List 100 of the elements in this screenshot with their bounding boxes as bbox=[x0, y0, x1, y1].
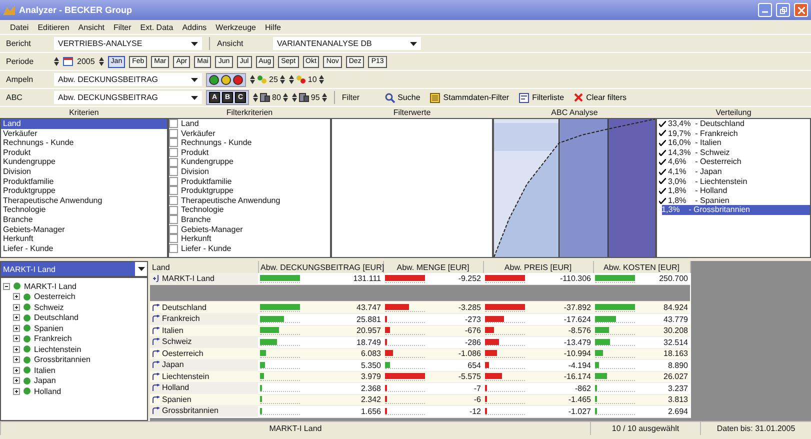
list-item[interactable]: 1,8% - Spanien bbox=[668, 196, 790, 206]
checkbox[interactable] bbox=[169, 148, 178, 158]
checkmark-icon[interactable] bbox=[659, 168, 666, 175]
spinner-arrows-icon[interactable] bbox=[318, 75, 324, 84]
column-header[interactable]: Abw. DECKUNGSBEITRAG [EUR] bbox=[258, 261, 383, 273]
clear-filters-button[interactable]: Clear filters bbox=[571, 93, 630, 102]
checkbox[interactable] bbox=[169, 215, 178, 224]
menu-item[interactable]: Werkzeuge bbox=[216, 22, 256, 32]
tree-item[interactable]: Spanien bbox=[34, 324, 64, 333]
expander-icon[interactable] bbox=[13, 356, 20, 364]
spinner-arrows-icon[interactable] bbox=[98, 57, 104, 66]
column-header[interactable]: Abw. PREIS [EUR] bbox=[483, 261, 593, 273]
tree-item[interactable]: Grossbritannien bbox=[34, 355, 90, 364]
spinner-arrows-icon[interactable] bbox=[282, 93, 288, 102]
menu-item[interactable]: Hilfe bbox=[264, 22, 281, 32]
menu-item[interactable]: Filter bbox=[114, 22, 132, 32]
checkmark-icon[interactable] bbox=[659, 140, 666, 146]
menu-item[interactable]: Ansicht bbox=[78, 22, 104, 32]
list-item[interactable]: Therapeutische Anwendung bbox=[1, 196, 167, 206]
close-button[interactable] bbox=[794, 3, 808, 17]
checkbox[interactable] bbox=[169, 167, 178, 176]
tree-item[interactable]: Frankreich bbox=[34, 334, 72, 344]
expander-icon[interactable] bbox=[3, 282, 10, 290]
menu-item[interactable]: Addins bbox=[182, 22, 207, 32]
spinner-arrows-icon[interactable] bbox=[288, 75, 294, 84]
drill-arrow-icon[interactable] bbox=[152, 361, 160, 368]
list-item[interactable]: Produktgruppe bbox=[181, 186, 234, 196]
traffic-light-button[interactable] bbox=[209, 74, 219, 84]
tree-item[interactable]: Oesterreich bbox=[34, 292, 76, 302]
spinner-arrows-icon[interactable] bbox=[280, 75, 285, 84]
list-item[interactable]: Herkunft bbox=[1, 234, 167, 244]
column-header[interactable]: Land bbox=[150, 261, 258, 273]
list-item[interactable]: Branche bbox=[181, 214, 211, 225]
expander-icon[interactable] bbox=[13, 366, 20, 374]
expander-icon[interactable] bbox=[13, 293, 20, 300]
checkmark-icon[interactable] bbox=[659, 198, 666, 204]
drill-arrow-icon[interactable] bbox=[152, 326, 160, 334]
checkbox[interactable] bbox=[169, 244, 178, 254]
toolbar-button[interactable]: Suche bbox=[382, 92, 424, 102]
checkbox[interactable] bbox=[169, 128, 178, 138]
drill-arrow-icon[interactable] bbox=[152, 407, 160, 414]
spinner-arrows-icon[interactable] bbox=[54, 57, 59, 66]
report-select[interactable]: VERTRIEBS-ANALYSE bbox=[54, 37, 202, 50]
tree-item[interactable]: Schweiz bbox=[34, 302, 64, 312]
expander-icon[interactable] bbox=[13, 346, 20, 353]
drill-arrow-icon[interactable] bbox=[152, 384, 160, 392]
minimize-button[interactable] bbox=[758, 3, 772, 17]
list-item[interactable]: Gebiets-Manager bbox=[1, 224, 167, 234]
list-item[interactable]: 1,8% - Holland bbox=[668, 186, 788, 196]
checkbox[interactable] bbox=[169, 196, 178, 206]
expander-icon[interactable] bbox=[13, 377, 20, 384]
menu-item[interactable]: Ext. Data bbox=[140, 22, 174, 32]
list-item[interactable]: Produktgruppe bbox=[1, 186, 167, 196]
tree-item[interactable]: MARKT-I Land bbox=[24, 282, 76, 291]
list-item[interactable]: Kundengruppe bbox=[1, 157, 167, 167]
list-item[interactable]: Land bbox=[1, 119, 167, 129]
checkmark-icon[interactable] bbox=[659, 120, 666, 127]
list-item[interactable]: Gebiets-Manager bbox=[181, 224, 243, 234]
spinner-arrows-icon[interactable] bbox=[253, 93, 258, 102]
menu-item[interactable]: Editieren bbox=[38, 22, 70, 32]
list-item[interactable]: 14,3% - Schweiz bbox=[668, 148, 790, 158]
spinner-arrows-icon[interactable] bbox=[292, 93, 297, 102]
list-item[interactable]: Herkunft bbox=[181, 234, 212, 244]
list-item[interactable]: Land bbox=[181, 119, 199, 129]
dropdown-arrow-icon[interactable] bbox=[191, 42, 198, 46]
list-item[interactable]: Produktfamilie bbox=[181, 176, 232, 186]
spinner-arrows-icon[interactable] bbox=[322, 93, 327, 102]
restore-button[interactable] bbox=[776, 3, 790, 17]
list-item[interactable]: Verkäufer bbox=[1, 128, 167, 138]
list-item[interactable]: Produkt bbox=[181, 148, 209, 158]
toolbar-button[interactable]: Filterliste bbox=[516, 92, 568, 102]
tree-item[interactable]: Italien bbox=[34, 366, 56, 375]
list-item[interactable]: Verkäufer bbox=[181, 128, 216, 138]
checkbox[interactable] bbox=[169, 158, 178, 167]
list-item[interactable]: 19,7% - Frankreich bbox=[668, 128, 798, 138]
drill-arrow-icon[interactable] bbox=[152, 372, 160, 380]
list-item[interactable]: Produkt bbox=[1, 148, 167, 158]
tree-item[interactable]: Liechtenstein bbox=[34, 344, 82, 354]
list-item[interactable]: 1,3% - Grossbritannien bbox=[662, 205, 810, 215]
list-item[interactable]: Division bbox=[181, 166, 210, 177]
column-header[interactable]: Abw. MENGE [EUR] bbox=[383, 261, 483, 273]
list-item[interactable]: Therapeutische Anwendung bbox=[181, 196, 280, 206]
dropdown-arrow-icon[interactable] bbox=[191, 96, 198, 100]
checkbox[interactable] bbox=[169, 176, 178, 186]
list-item[interactable]: Rechnungs - Kunde bbox=[181, 138, 252, 148]
checkbox[interactable] bbox=[169, 234, 178, 244]
list-item[interactable]: Technologie bbox=[181, 205, 224, 215]
checkmark-icon[interactable] bbox=[659, 159, 666, 166]
list-item[interactable]: Technologie bbox=[1, 205, 167, 215]
dimension-select[interactable]: MARKT-I Land bbox=[0, 261, 148, 277]
traffic-light-button[interactable] bbox=[233, 74, 243, 84]
dropdown-arrow-icon[interactable] bbox=[138, 267, 144, 271]
traffic-light-button[interactable] bbox=[221, 74, 231, 84]
list-item[interactable]: 16,0% - Italien bbox=[668, 138, 782, 148]
checkmark-icon[interactable] bbox=[659, 150, 666, 156]
expander-icon[interactable] bbox=[13, 335, 20, 342]
spinner-arrows-icon[interactable] bbox=[250, 75, 255, 84]
checkbox[interactable] bbox=[169, 119, 178, 128]
list-item[interactable]: Rechnungs - Kunde bbox=[1, 138, 167, 148]
checkbox[interactable] bbox=[169, 138, 178, 148]
